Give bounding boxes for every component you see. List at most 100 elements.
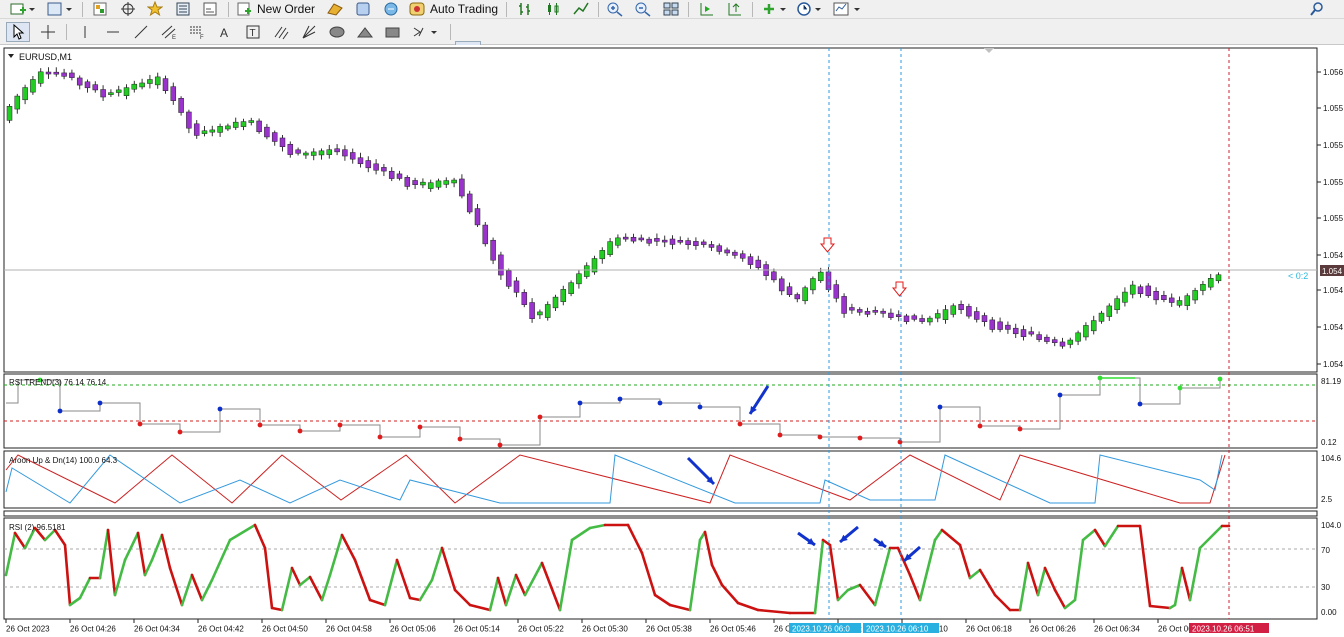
- candle-body: [248, 120, 255, 123]
- candle-body: [162, 78, 169, 91]
- periods-icon[interactable]: [794, 0, 824, 18]
- candle-body: [622, 236, 629, 240]
- price-axis[interactable]: 1.056 1.055 1.055 1.055 1.055 1.054 1.054 1.054…: [1317, 68, 1344, 369]
- rsi-trend-label: RSI TREND(3) 76.14 76.14: [9, 378, 107, 387]
- candle-body: [576, 273, 582, 285]
- new-order-button[interactable]: New Order: [236, 0, 318, 18]
- main-chart-panel[interactable]: [3, 47, 1318, 373]
- templates-icon[interactable]: [830, 0, 864, 18]
- toolbar-separator: [82, 2, 83, 17]
- candle-body: [825, 271, 832, 290]
- price-tick-label: 1.055: [1323, 214, 1344, 223]
- candle-body: [1083, 325, 1089, 338]
- cursor-icon[interactable]: [6, 22, 30, 42]
- time-axis[interactable]: 26 Oct 2023 26 Oct 04:26 26 Oct 04:34 26 Oc…: [5, 619, 1204, 634]
- candle-body: [1075, 332, 1081, 342]
- rsi-panel[interactable]: [3, 517, 1318, 620]
- new-chart-icon[interactable]: [8, 0, 36, 18]
- countdown-label: < 0:2: [1288, 271, 1308, 281]
- candle-body: [154, 76, 161, 86]
- crosshair-tool-icon[interactable]: [36, 22, 60, 42]
- current-price-label: 1.054: [1322, 267, 1343, 276]
- candle-body: [810, 278, 816, 291]
- candle-body: [1145, 285, 1152, 296]
- candle-body: [123, 87, 130, 97]
- rsi-trend-dot: [1177, 385, 1183, 391]
- candle-body: [287, 143, 294, 155]
- time-tick-label: 26 Oct 06:26: [1030, 625, 1076, 634]
- time-tick-label: 26 Oct 04:50: [262, 625, 308, 634]
- toolbar-separator: [450, 24, 451, 40]
- auto-trading-button[interactable]: Auto Trading: [408, 0, 500, 18]
- rsi-trend-dot: [1137, 401, 1143, 407]
- candle-body: [911, 315, 918, 320]
- candle-body: [201, 130, 208, 134]
- candle-body: [903, 315, 910, 322]
- candle-body: [37, 71, 44, 84]
- crosshair-icon[interactable]: [118, 0, 138, 18]
- tile-icon[interactable]: [660, 0, 682, 18]
- autoscroll-icon[interactable]: [696, 0, 718, 18]
- text-label-icon[interactable]: T: [242, 22, 264, 42]
- market-watch-icon[interactable]: [90, 0, 110, 18]
- candle-body: [326, 149, 333, 155]
- candle-body: [373, 163, 379, 171]
- zoom-out-icon[interactable]: [632, 0, 654, 18]
- trendline-icon[interactable]: [130, 22, 152, 42]
- candle-body: [989, 319, 996, 330]
- search-icon[interactable]: [1306, 0, 1328, 18]
- candle-body: [498, 254, 504, 276]
- candle-body: [958, 304, 964, 310]
- line-chart-icon[interactable]: [570, 0, 592, 18]
- candle-body: [240, 121, 247, 127]
- candle-body: [568, 282, 574, 294]
- candle-body: [303, 152, 309, 156]
- parallel-lines-icon[interactable]: [270, 22, 292, 42]
- candle-body: [92, 84, 99, 91]
- candle-body: [1044, 336, 1050, 342]
- signals-icon[interactable]: [380, 0, 402, 18]
- arrows-icon[interactable]: [410, 22, 442, 42]
- history-icon[interactable]: [352, 0, 374, 18]
- candle-body: [794, 294, 801, 300]
- terminal-icon[interactable]: [200, 0, 220, 18]
- triangle-icon[interactable]: [354, 22, 376, 42]
- candle-body: [295, 149, 301, 154]
- price-tick-label: 1.055: [1323, 104, 1344, 113]
- favorites-icon[interactable]: [145, 0, 165, 18]
- price-tick-label: 1.055: [1323, 141, 1344, 150]
- gann-icon[interactable]: [298, 22, 320, 42]
- fibonacci-icon[interactable]: F: [186, 22, 208, 42]
- candle-body: [451, 179, 457, 184]
- text-icon[interactable]: A: [214, 22, 236, 42]
- candle-body: [22, 87, 28, 101]
- zoom-in-icon[interactable]: [604, 0, 626, 18]
- ellipse-icon[interactable]: [326, 22, 348, 42]
- rsi-trend-dot: [377, 434, 383, 440]
- candle-body: [1192, 290, 1198, 301]
- time-tick-label: 26 Oct 04:58: [326, 625, 372, 634]
- strategy-tester-icon[interactable]: [324, 0, 346, 18]
- equidistant-channel-icon[interactable]: E: [158, 22, 180, 42]
- candle-body: [599, 250, 606, 260]
- candle-body: [186, 111, 192, 129]
- chart-shift-icon[interactable]: [724, 0, 746, 18]
- candlestick-icon[interactable]: [542, 0, 564, 18]
- candle-body: [997, 321, 1003, 330]
- horizontal-line-icon[interactable]: [102, 22, 124, 42]
- navigator-icon[interactable]: [173, 0, 193, 18]
- candle-body: [1020, 329, 1027, 337]
- chart-canvas[interactable]: EURUSD,M1 RSI TREND(3) 76.14 76.14 Aroon…: [0, 45, 1344, 634]
- rsi-trend-dot: [1057, 392, 1063, 398]
- vertical-line-icon[interactable]: [74, 22, 96, 42]
- candle-body: [755, 259, 762, 268]
- indicators-icon[interactable]: [760, 0, 790, 18]
- toolbar-separator: [688, 2, 689, 17]
- candle-body: [388, 170, 395, 179]
- rectangle-icon[interactable]: [382, 22, 404, 42]
- svg-text:E: E: [172, 35, 176, 40]
- candle-body: [1215, 274, 1222, 282]
- bar-chart-icon[interactable]: [514, 0, 536, 18]
- rsi-trend-top-level: 81.19: [1321, 377, 1342, 386]
- profiles-icon[interactable]: [44, 0, 74, 18]
